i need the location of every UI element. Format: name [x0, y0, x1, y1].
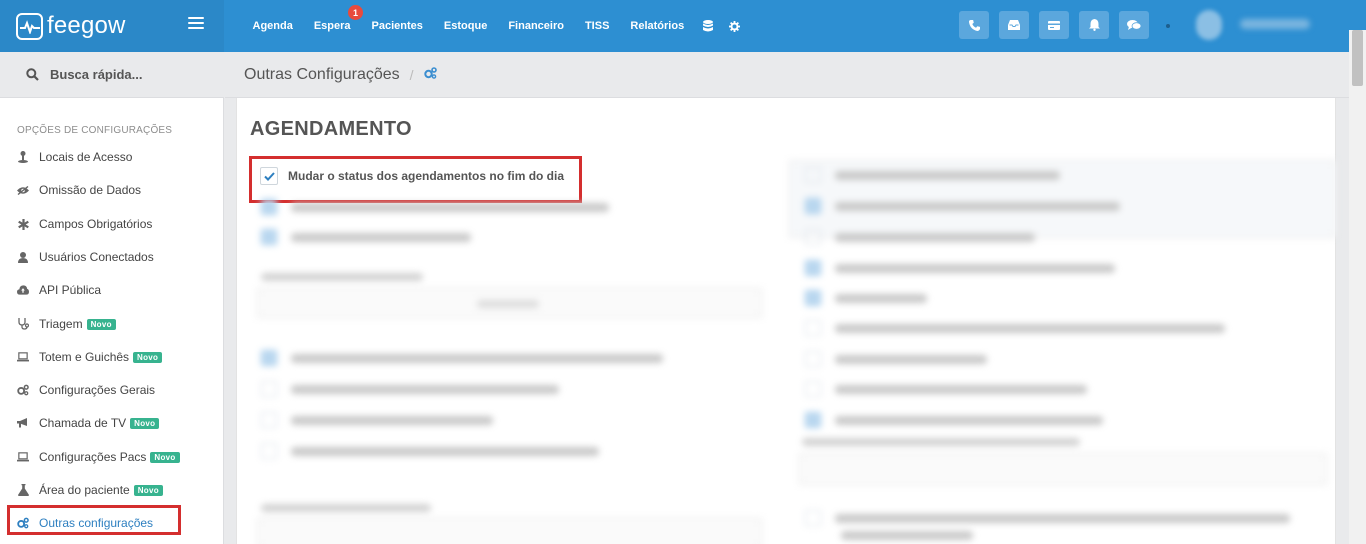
- main-nav: Agenda Espera 1 Pacientes Estoque Finance…: [242, 0, 748, 52]
- status-dot: [1166, 24, 1170, 28]
- option-checkbox[interactable]: [260, 167, 278, 185]
- sidebar-item-omissao-de-dados[interactable]: Omissão de Dados: [17, 180, 141, 200]
- new-badge: Novo: [130, 417, 160, 429]
- database-icon[interactable]: [695, 0, 721, 52]
- quick-search[interactable]: Busca rápida...: [0, 52, 224, 98]
- nav-agenda[interactable]: Agenda: [242, 0, 303, 52]
- scrollbar-thumb[interactable]: [1352, 30, 1363, 86]
- sidebar-item-locais-de-acesso[interactable]: Locais de Acesso: [17, 147, 132, 167]
- brand[interactable]: feegow: [0, 0, 224, 52]
- top-navbar: feegow Agenda Espera 1 Pacientes Estoque …: [0, 0, 1366, 52]
- search-icon: [26, 68, 39, 81]
- scrollbar-track[interactable]: [1349, 30, 1366, 544]
- sidebar-item-chamada-de-tv[interactable]: Chamada de TV Novo: [17, 413, 160, 433]
- breadcrumb-separator: /: [409, 66, 414, 83]
- search-placeholder: Busca rápida...: [50, 67, 143, 82]
- new-badge: Novo: [86, 318, 116, 330]
- user-icon: [17, 251, 29, 263]
- new-badge: Novo: [133, 351, 163, 363]
- eye-slash-icon: [17, 184, 29, 196]
- laptop-icon: [17, 451, 29, 463]
- settings-sidebar: OPÇÕES DE CONFIGURAÇÕES Locais de Acesso…: [0, 98, 224, 544]
- bullhorn-icon: [17, 417, 29, 429]
- nav-espera[interactable]: Espera 1: [303, 0, 364, 52]
- laptop-icon: [17, 351, 29, 363]
- checkmark-icon: [263, 171, 275, 181]
- bell-icon[interactable]: [1079, 11, 1109, 39]
- gear-icon[interactable]: [721, 0, 748, 52]
- feegow-logo-icon: [16, 12, 43, 40]
- toolbar: [959, 11, 1159, 39]
- brand-name: feegow: [47, 12, 126, 39]
- card-icon[interactable]: [1039, 11, 1069, 39]
- stethoscope-icon: [17, 318, 29, 330]
- nav-tiss[interactable]: TISS: [574, 0, 619, 52]
- cogs-icon[interactable]: [423, 66, 437, 84]
- sidebar-item-totem-e-guiches[interactable]: Totem e Guichês Novo: [17, 347, 163, 367]
- chat-icon[interactable]: [1119, 11, 1149, 39]
- sidebar-item-api-publica[interactable]: API Pública: [17, 280, 101, 300]
- phone-icon[interactable]: [959, 11, 989, 39]
- nav-relatorios[interactable]: Relatórios: [620, 0, 695, 52]
- sidebar-item-triagem[interactable]: Triagem Novo: [17, 314, 116, 334]
- map-pin-icon: [17, 151, 29, 163]
- sidebar-item-area-do-paciente[interactable]: Área do paciente Novo: [17, 480, 163, 500]
- option-label: Mudar o status dos agendamentos no fim d…: [288, 169, 565, 183]
- sidebar-item-configuracoes-pacs[interactable]: Configurações Pacs Novo: [17, 447, 180, 467]
- cogs-icon: [17, 384, 29, 396]
- inbox-icon[interactable]: [999, 11, 1029, 39]
- menu-toggle-icon[interactable]: [188, 17, 204, 31]
- section-title: AGENDAMENTO: [250, 118, 412, 140]
- new-badge: Novo: [133, 484, 163, 496]
- sidebar-item-usuarios-conectados[interactable]: Usuários Conectados: [17, 247, 154, 267]
- sidebar-item-configuracoes-gerais[interactable]: Configurações Gerais: [17, 380, 155, 400]
- breadcrumb: Outras Configurações /: [225, 52, 1366, 98]
- settings-panel: AGENDAMENTO Mudar o status dos agendamen…: [236, 98, 1336, 544]
- avatar[interactable]: [1196, 10, 1222, 40]
- active-item-highlight: [7, 505, 181, 535]
- sidebar-heading: OPÇÕES DE CONFIGURAÇÕES: [17, 125, 173, 136]
- nav-estoque[interactable]: Estoque: [433, 0, 497, 52]
- page-title: Outras Configurações: [244, 65, 400, 83]
- nav-financeiro[interactable]: Financeiro: [498, 0, 575, 52]
- flask-icon: [17, 484, 29, 496]
- new-badge: Novo: [150, 451, 180, 463]
- asterisk-icon: [17, 218, 29, 230]
- cloud-upload-icon: [17, 284, 29, 296]
- option-mudar-status[interactable]: Mudar o status dos agendamentos no fim d…: [260, 167, 564, 185]
- sidebar-item-campos-obrigatorios[interactable]: Campos Obrigatórios: [17, 214, 152, 234]
- nav-pacientes[interactable]: Pacientes: [361, 0, 433, 52]
- user-name-blurred[interactable]: [1240, 19, 1310, 29]
